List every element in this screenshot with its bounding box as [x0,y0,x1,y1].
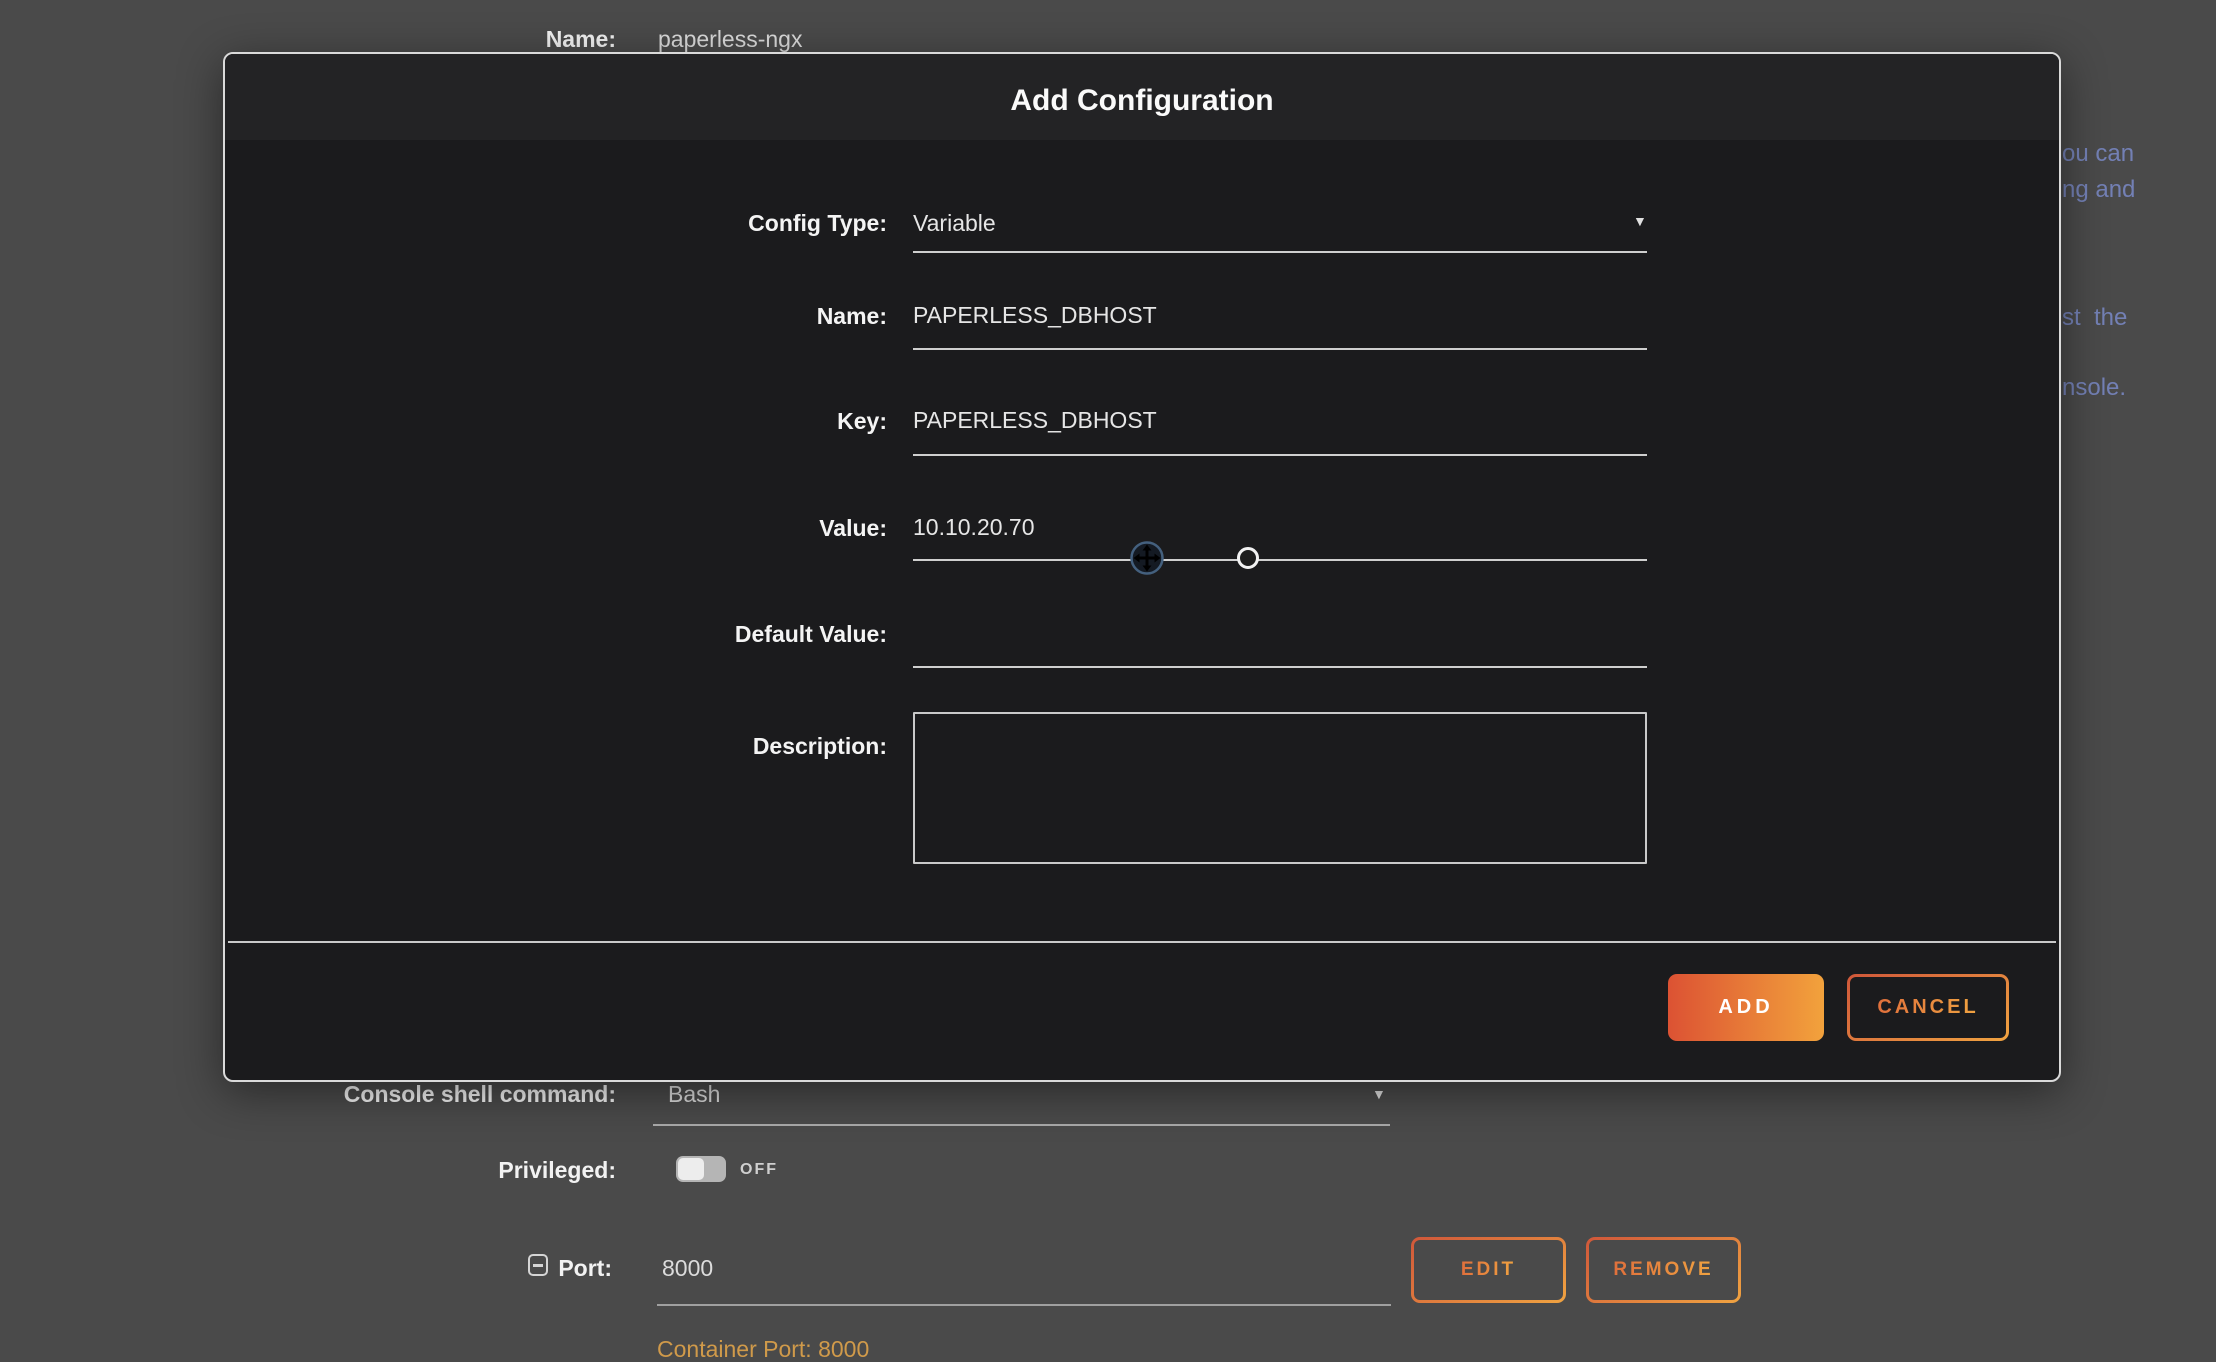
toggle-knob [678,1158,704,1180]
cancel-button[interactable]: CANCEL [1847,974,2009,1041]
chevron-down-icon[interactable]: ▼ [1372,1087,1386,1101]
key-label: Key: [225,408,887,435]
help-text-fragment: st the [2062,304,2127,332]
key-input[interactable] [913,404,1647,436]
port-label: Port: [450,1255,612,1282]
default-value-input[interactable] [913,617,1647,649]
default-value-label: Default Value: [225,621,887,648]
edit-button[interactable]: EDIT [1411,1237,1566,1303]
dialog-header: Add Configuration [225,54,2059,140]
name-underline [913,348,1647,350]
value-label: Value: [225,515,887,542]
value-input[interactable] [913,511,1647,543]
help-text-fragment: ou can [2062,140,2134,168]
description-label: Description: [225,733,887,760]
config-type-underline [913,251,1647,253]
name-field-value: paperless-ngx [658,26,802,53]
name-label: Name: [225,303,887,330]
footer-separator [228,941,2056,943]
value-underline [913,559,1647,561]
port-underline [657,1304,1391,1306]
privileged-label: Privileged: [300,1157,616,1184]
docker-template-page: Name: paperless-ngx ou can ng and st the… [0,0,2216,1362]
add-button[interactable]: ADD [1668,974,1824,1041]
console-shell-label: Console shell command: [300,1081,616,1108]
move-cursor-icon [1129,540,1165,576]
privileged-state: OFF [740,1161,778,1179]
container-port-note: Container Port: 8000 [657,1336,869,1362]
help-text-fragment: nsole. [2062,374,2126,402]
dialog-title: Add Configuration [225,84,2059,118]
help-text-fragment: ng and [2062,176,2135,204]
chevron-down-icon[interactable]: ▼ [1633,214,1647,228]
name-field-label: Name: [350,26,616,53]
name-input[interactable] [913,299,1647,331]
remove-button[interactable]: REMOVE [1586,1237,1741,1303]
config-type-select[interactable]: Variable [913,210,1647,237]
key-underline [913,454,1647,456]
circle-marker-icon [1237,547,1259,569]
config-type-label: Config Type: [225,210,887,237]
default-value-underline [913,666,1647,668]
console-shell-underline [653,1124,1390,1126]
port-value[interactable]: 8000 [662,1255,713,1282]
privileged-toggle[interactable] [676,1156,726,1182]
description-textarea[interactable] [913,712,1647,864]
console-shell-select[interactable]: Bash [668,1081,720,1108]
